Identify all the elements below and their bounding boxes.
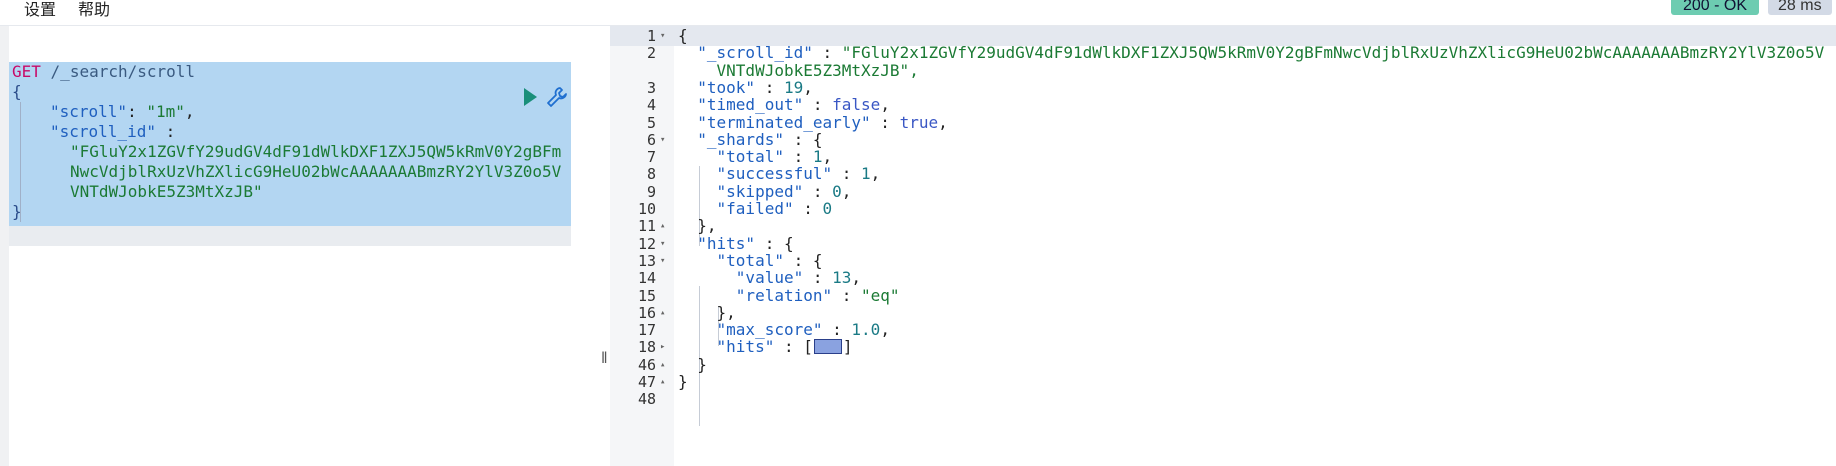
request-gutter: [0, 26, 9, 466]
close-brace: }: [12, 202, 22, 221]
open-brace: {: [12, 82, 22, 101]
fold-toggle-icon[interactable]: ▾: [660, 130, 665, 150]
folded-ellipsis-icon[interactable]: [813, 339, 842, 355]
fold-toggle-icon[interactable]: ▾: [660, 26, 665, 46]
top-bar: 设置 帮助 200 - OK 28 ms: [0, 0, 1836, 26]
play-icon[interactable]: [524, 88, 537, 106]
scroll-param-line: "scroll": "1m",: [50, 102, 195, 121]
request-line-method: GET /_search/scroll: [12, 62, 195, 82]
wrench-icon[interactable]: [546, 86, 568, 108]
request-path: /_search/scroll: [50, 62, 196, 81]
scroll-id-value-3: VNTdWJobkE5Z3MtXzJB": [70, 182, 263, 201]
response-time-badge: 28 ms: [1768, 0, 1832, 15]
fold-toggle-icon[interactable]: ▴: [660, 303, 665, 323]
status-badge: 200 - OK: [1671, 0, 1760, 15]
response-line: }: [678, 372, 688, 391]
request-editor[interactable]: GET /_search/scroll { "scroll": "1m", "s…: [0, 26, 596, 466]
scroll-key: "scroll": [50, 102, 128, 121]
line-number: 48: [637, 390, 656, 409]
menu-settings[interactable]: 设置: [24, 0, 56, 20]
scroll-id-key-line: "scroll_id" :: [50, 122, 176, 141]
active-line-highlight: [9, 226, 571, 246]
fold-toggle-icon[interactable]: ▴: [660, 372, 665, 392]
scroll-id-key: "scroll_id": [50, 122, 156, 141]
folded-tail: ]: [842, 337, 853, 357]
line-number: 2: [646, 44, 656, 63]
fold-toggle-icon[interactable]: ▾: [660, 251, 665, 271]
scroll-id-value-2: NwcVdjblRxUzVhZXlicG9HeU02bWcAAAAAAABmzR…: [70, 162, 562, 181]
scroll-value: "1m": [146, 102, 185, 121]
scroll-id-value-1: "FGluY2x1ZGVfY29udGV4dF91dWlkDXF1ZXJ5QW5…: [70, 142, 562, 161]
menu-help[interactable]: 帮助: [78, 0, 110, 20]
http-method: GET: [12, 62, 41, 81]
pane-splitter[interactable]: [596, 26, 610, 466]
splitter-grip-icon[interactable]: ‖: [601, 350, 608, 368]
